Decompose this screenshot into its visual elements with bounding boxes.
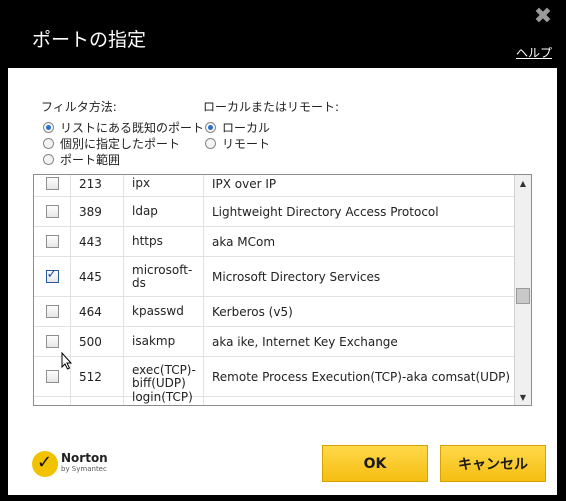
scroll-down-icon[interactable]: ▼ <box>515 389 531 405</box>
close-icon[interactable]: ✖ <box>530 4 556 30</box>
dialog-window: ポートの指定 ✖ ヘルプ フィルタ方法: リストにある既知のポート 個別に指定し… <box>0 0 566 501</box>
port-name: ldap <box>124 197 204 226</box>
port-description <box>204 397 516 405</box>
scope-label: ローカルまたはリモート: <box>203 100 340 114</box>
dialog-title: ポートの指定 <box>32 29 147 51</box>
filter-label: フィルタ方法: <box>41 100 117 114</box>
ok-button[interactable]: OK <box>322 445 428 482</box>
radio-icon[interactable] <box>205 121 216 133</box>
port-number: 443 <box>71 227 124 256</box>
radio-icon[interactable] <box>43 153 54 165</box>
port-number: 464 <box>71 297 124 326</box>
filter-option-port-range[interactable]: ポート範囲 <box>43 151 120 167</box>
table-row[interactable]: 443 https aka MCom <box>34 227 516 257</box>
norton-check-icon <box>32 451 58 477</box>
port-number: 445 <box>71 257 124 296</box>
radio-icon[interactable] <box>43 121 54 133</box>
radio-icon[interactable] <box>205 137 216 149</box>
filter-option-individual-ports[interactable]: 個別に指定したポート <box>43 135 180 151</box>
port-table: 213 ipx IPX over IP 389 ldap Lightweight… <box>33 174 532 406</box>
port-name: login(TCP) <box>124 391 204 405</box>
table-row[interactable]: 389 ldap Lightweight Directory Access Pr… <box>34 197 516 227</box>
port-number: 389 <box>71 197 124 226</box>
port-name: microsoft-ds <box>124 257 204 296</box>
port-name: isakmp <box>124 327 204 356</box>
port-checkbox[interactable] <box>45 305 59 318</box>
port-description: Lightweight Directory Access Protocol <box>212 204 439 219</box>
table-row[interactable]: login(TCP) <box>34 391 516 405</box>
radio-label: ポート範囲 <box>60 152 121 167</box>
port-description: IPX over IP <box>212 176 277 191</box>
port-checkbox[interactable] <box>45 177 59 190</box>
table-scrollbar[interactable]: ▲ ▼ <box>514 175 531 405</box>
port-number: 500 <box>71 327 124 356</box>
scroll-thumb[interactable] <box>516 288 530 304</box>
scope-option-local[interactable]: ローカル <box>205 119 270 135</box>
radio-label: リモート <box>222 136 271 151</box>
radio-label: リストにある既知のポート <box>60 120 205 135</box>
port-description: Remote Process Execution(TCP)-aka comsat… <box>212 369 511 384</box>
port-number: 512 <box>71 357 124 396</box>
port-number: 213 <box>71 175 124 196</box>
logo-subtitle: by Symantec <box>61 465 107 473</box>
norton-logo: Norton by Symantec <box>32 451 108 477</box>
port-description: aka ike, Internet Key Exchange <box>212 334 398 349</box>
logo-name: Norton <box>61 451 108 465</box>
radio-label: 個別に指定したポート <box>60 136 181 151</box>
filter-option-known-ports[interactable]: リストにある既知のポート <box>43 119 204 135</box>
cancel-button[interactable]: キャンセル <box>440 445 546 482</box>
port-checkbox[interactable] <box>45 370 59 383</box>
table-row[interactable]: 500 isakmp aka ike, Internet Key Exchang… <box>34 327 516 357</box>
dialog-content: フィルタ方法: リストにある既知のポート 個別に指定したポート ポート範囲 ロー… <box>8 68 557 495</box>
radio-label: ローカル <box>222 120 271 135</box>
port-description: Kerberos (v5) <box>212 304 293 319</box>
port-checkbox[interactable] <box>45 205 59 218</box>
port-name: https <box>124 227 204 256</box>
port-name: ipx <box>124 175 204 196</box>
port-number <box>71 397 124 405</box>
mouse-cursor-icon <box>61 352 73 370</box>
table-row[interactable]: 213 ipx IPX over IP <box>34 175 516 197</box>
help-link[interactable]: ヘルプ <box>516 44 552 61</box>
table-row[interactable]: 512 exec(TCP)-biff(UDP) Remote Process E… <box>34 357 516 397</box>
port-description: Microsoft Directory Services <box>212 269 381 284</box>
radio-icon[interactable] <box>43 137 54 149</box>
port-checkbox[interactable] <box>45 335 59 348</box>
scroll-up-icon[interactable]: ▲ <box>515 175 531 191</box>
port-name: kpasswd <box>124 297 204 326</box>
table-row[interactable]: 464 kpasswd Kerberos (v5) <box>34 297 516 327</box>
scope-option-remote[interactable]: リモート <box>205 135 270 151</box>
port-checkbox[interactable] <box>45 235 59 248</box>
table-row[interactable]: 445 microsoft-ds Microsoft Directory Ser… <box>34 257 516 297</box>
port-description: aka MCom <box>212 234 276 249</box>
port-checkbox[interactable] <box>45 267 59 283</box>
